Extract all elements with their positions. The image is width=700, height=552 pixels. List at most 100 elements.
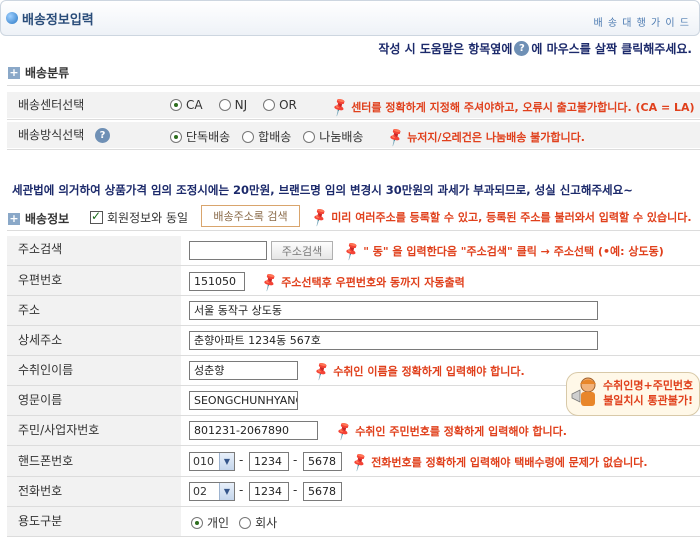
chevron-down-icon[interactable]: ▼ (219, 453, 234, 470)
divider (7, 325, 700, 326)
pushpin-icon: 📌 (333, 420, 355, 442)
address-detail-input[interactable]: 춘향아파트 1234동 567호 (189, 331, 598, 350)
center-option-nj[interactable]: NJ (218, 98, 247, 112)
usage-option-company[interactable]: 회사 (239, 514, 277, 531)
divider (7, 265, 700, 266)
usage-option-personal[interactable]: 개인 (191, 514, 229, 531)
address-detail-label: 상세주소 (18, 333, 63, 347)
category-section-header: + 배송분류 (8, 64, 69, 81)
phone-mid-input[interactable]: 1234 (249, 482, 289, 501)
section-plus-icon: + (8, 212, 20, 225)
phone-prefix-select[interactable]: 02 ▼ (189, 482, 235, 501)
radio-company[interactable] (239, 516, 252, 529)
shipping-section-header: + 배송정보 (8, 210, 69, 227)
callout-text: 수취인명+주민번호 불일치시 통관불가! (603, 378, 693, 408)
same-as-member-checkbox[interactable] (90, 209, 103, 224)
help-instruction: 작성 시 도움말은 항목옆에 ? 에 마우스를 살짝 클릭해주세요. (378, 40, 692, 57)
mobile-label: 핸드폰번호 (18, 454, 74, 468)
resident-id-input[interactable]: 801231-2067890 (189, 421, 318, 440)
recipient-label: 수취인이름 (18, 363, 74, 377)
pushpin-icon: 📌 (309, 206, 331, 228)
phone-label: 전화번호 (18, 484, 63, 498)
address-label: 주소 (18, 303, 41, 317)
divider (7, 355, 700, 356)
address-search-button[interactable]: 주소검색 (271, 241, 333, 260)
same-as-member[interactable]: 회원정보와 동일 (90, 209, 188, 226)
radio-combined[interactable] (242, 130, 255, 143)
dash-separator: - (293, 453, 298, 467)
method-option-single[interactable]: 단독배송 (170, 128, 230, 145)
dash-separator: - (293, 483, 298, 497)
method-note: 📌 뉴저지/오레건은 나눔배송 불가합니다. (385, 126, 585, 148)
zipcode-input[interactable]: 151050 (189, 272, 245, 291)
recipient-note: 📌 수취인 이름을 정확하게 입력해야 합니다. (311, 360, 525, 382)
pushpin-icon: 📌 (341, 240, 363, 262)
customs-warning: 세관법에 의거하여 상품가격 임의 조정시에는 20만원, 브랜드명 임의 변경… (12, 183, 633, 197)
method-option-combined[interactable]: 합배송 (242, 128, 291, 145)
worker-megaphone-icon (571, 377, 596, 406)
resident-id-label: 주민/사업자번호 (18, 423, 100, 437)
chevron-down-icon[interactable]: ▼ (219, 483, 234, 500)
mobile-prefix-value: 010 (193, 455, 214, 468)
title-bullet-icon (6, 12, 18, 24)
address-search-note: 📌 " 동" 을 입력한다음 "주소검색" 클릭 → 주소선택 (•예: 상도동… (341, 240, 664, 262)
phone-last-input[interactable]: 5678 (303, 482, 342, 501)
english-name-label: 영문이름 (18, 393, 63, 407)
divider (7, 476, 700, 477)
help-question-icon: ? (514, 41, 530, 56)
resident-id-note: 📌 수취인 주민번호를 정확하게 입력해야 합니다. (333, 420, 567, 442)
divider (7, 536, 700, 537)
address-search-label: 주소검색 (18, 242, 63, 256)
phone-prefix-value: 02 (193, 485, 207, 498)
radio-ca[interactable] (170, 99, 182, 111)
method-help-icon[interactable]: ? (95, 128, 110, 143)
pushpin-icon: 📌 (385, 126, 407, 148)
category-section-title: 배송분류 (25, 66, 70, 80)
shipping-guide-link[interactable]: 배 송 대 행 가 이 드 (594, 14, 690, 29)
radio-nj[interactable] (218, 99, 231, 111)
mobile-prefix-select[interactable]: 010 ▼ (189, 452, 235, 471)
mobile-mid-input[interactable]: 1234 (249, 452, 289, 471)
pushpin-icon: 📌 (349, 451, 371, 473)
divider (7, 230, 700, 231)
method-option-split[interactable]: 나눔배송 (303, 128, 363, 145)
pushpin-icon: 📌 (259, 271, 281, 293)
dash-separator: - (239, 483, 244, 497)
divider (7, 445, 700, 446)
pushpin-icon: 📌 (329, 96, 351, 118)
mobile-last-input[interactable]: 5678 (303, 452, 342, 471)
help-text-before: 작성 시 도움말은 항목옆에 (378, 42, 513, 56)
radio-split[interactable] (303, 130, 316, 143)
callout-line1: 수취인명+주민번호 (603, 379, 694, 392)
center-option-or[interactable]: OR (263, 98, 297, 112)
method-radio-group: 단독배송 합배송 나눔배송 (170, 128, 363, 145)
radio-single[interactable] (170, 130, 182, 143)
center-label: 배송센터선택 (18, 98, 85, 112)
divider (7, 149, 700, 150)
radio-personal[interactable] (191, 516, 203, 529)
usage-radio-group: 개인 회사 (191, 514, 277, 531)
callout-line2: 불일치시 통관불가! (603, 394, 693, 407)
center-radio-group: CA NJ OR (170, 98, 297, 112)
shipping-section-title: 배송정보 (25, 212, 70, 226)
divider (7, 295, 700, 296)
address-search-input[interactable] (189, 241, 267, 260)
shipping-note: 📌 미리 여러주소를 등록할 수 있고, 등록된 주소를 불러와서 입력할 수 … (309, 206, 692, 228)
address-input[interactable]: 서울 동작구 상도동 (189, 301, 598, 320)
method-label: 배송방식선택 (18, 128, 85, 142)
english-name-input[interactable]: SEONGCHUNHYANG (189, 391, 298, 410)
zipcode-note: 📌 주소선택후 우편번호와 동까지 자동출력 (259, 271, 465, 293)
radio-or[interactable] (263, 99, 276, 111)
recipient-input[interactable]: 성춘향 (189, 361, 298, 380)
address-book-button[interactable]: 배송주소록 검색 (201, 205, 300, 227)
center-note: 📌 센터를 정확하게 지정해 주셔야하고, 오류시 출고불가합니다. (CA =… (329, 96, 695, 118)
center-option-ca[interactable]: CA (170, 98, 203, 112)
mobile-note: 📌 전화번호를 정확하게 입력해야 택배수령에 문제가 없습니다. (349, 451, 648, 473)
dash-separator: - (239, 453, 244, 467)
pushpin-icon: 📌 (311, 360, 333, 382)
help-text-after: 에 마우스를 살짝 클릭해주세요. (531, 42, 692, 56)
divider (7, 85, 700, 86)
zipcode-label: 우편번호 (18, 273, 63, 287)
page-title: 배송정보입력 (22, 13, 94, 28)
usage-label: 용도구분 (18, 514, 63, 528)
